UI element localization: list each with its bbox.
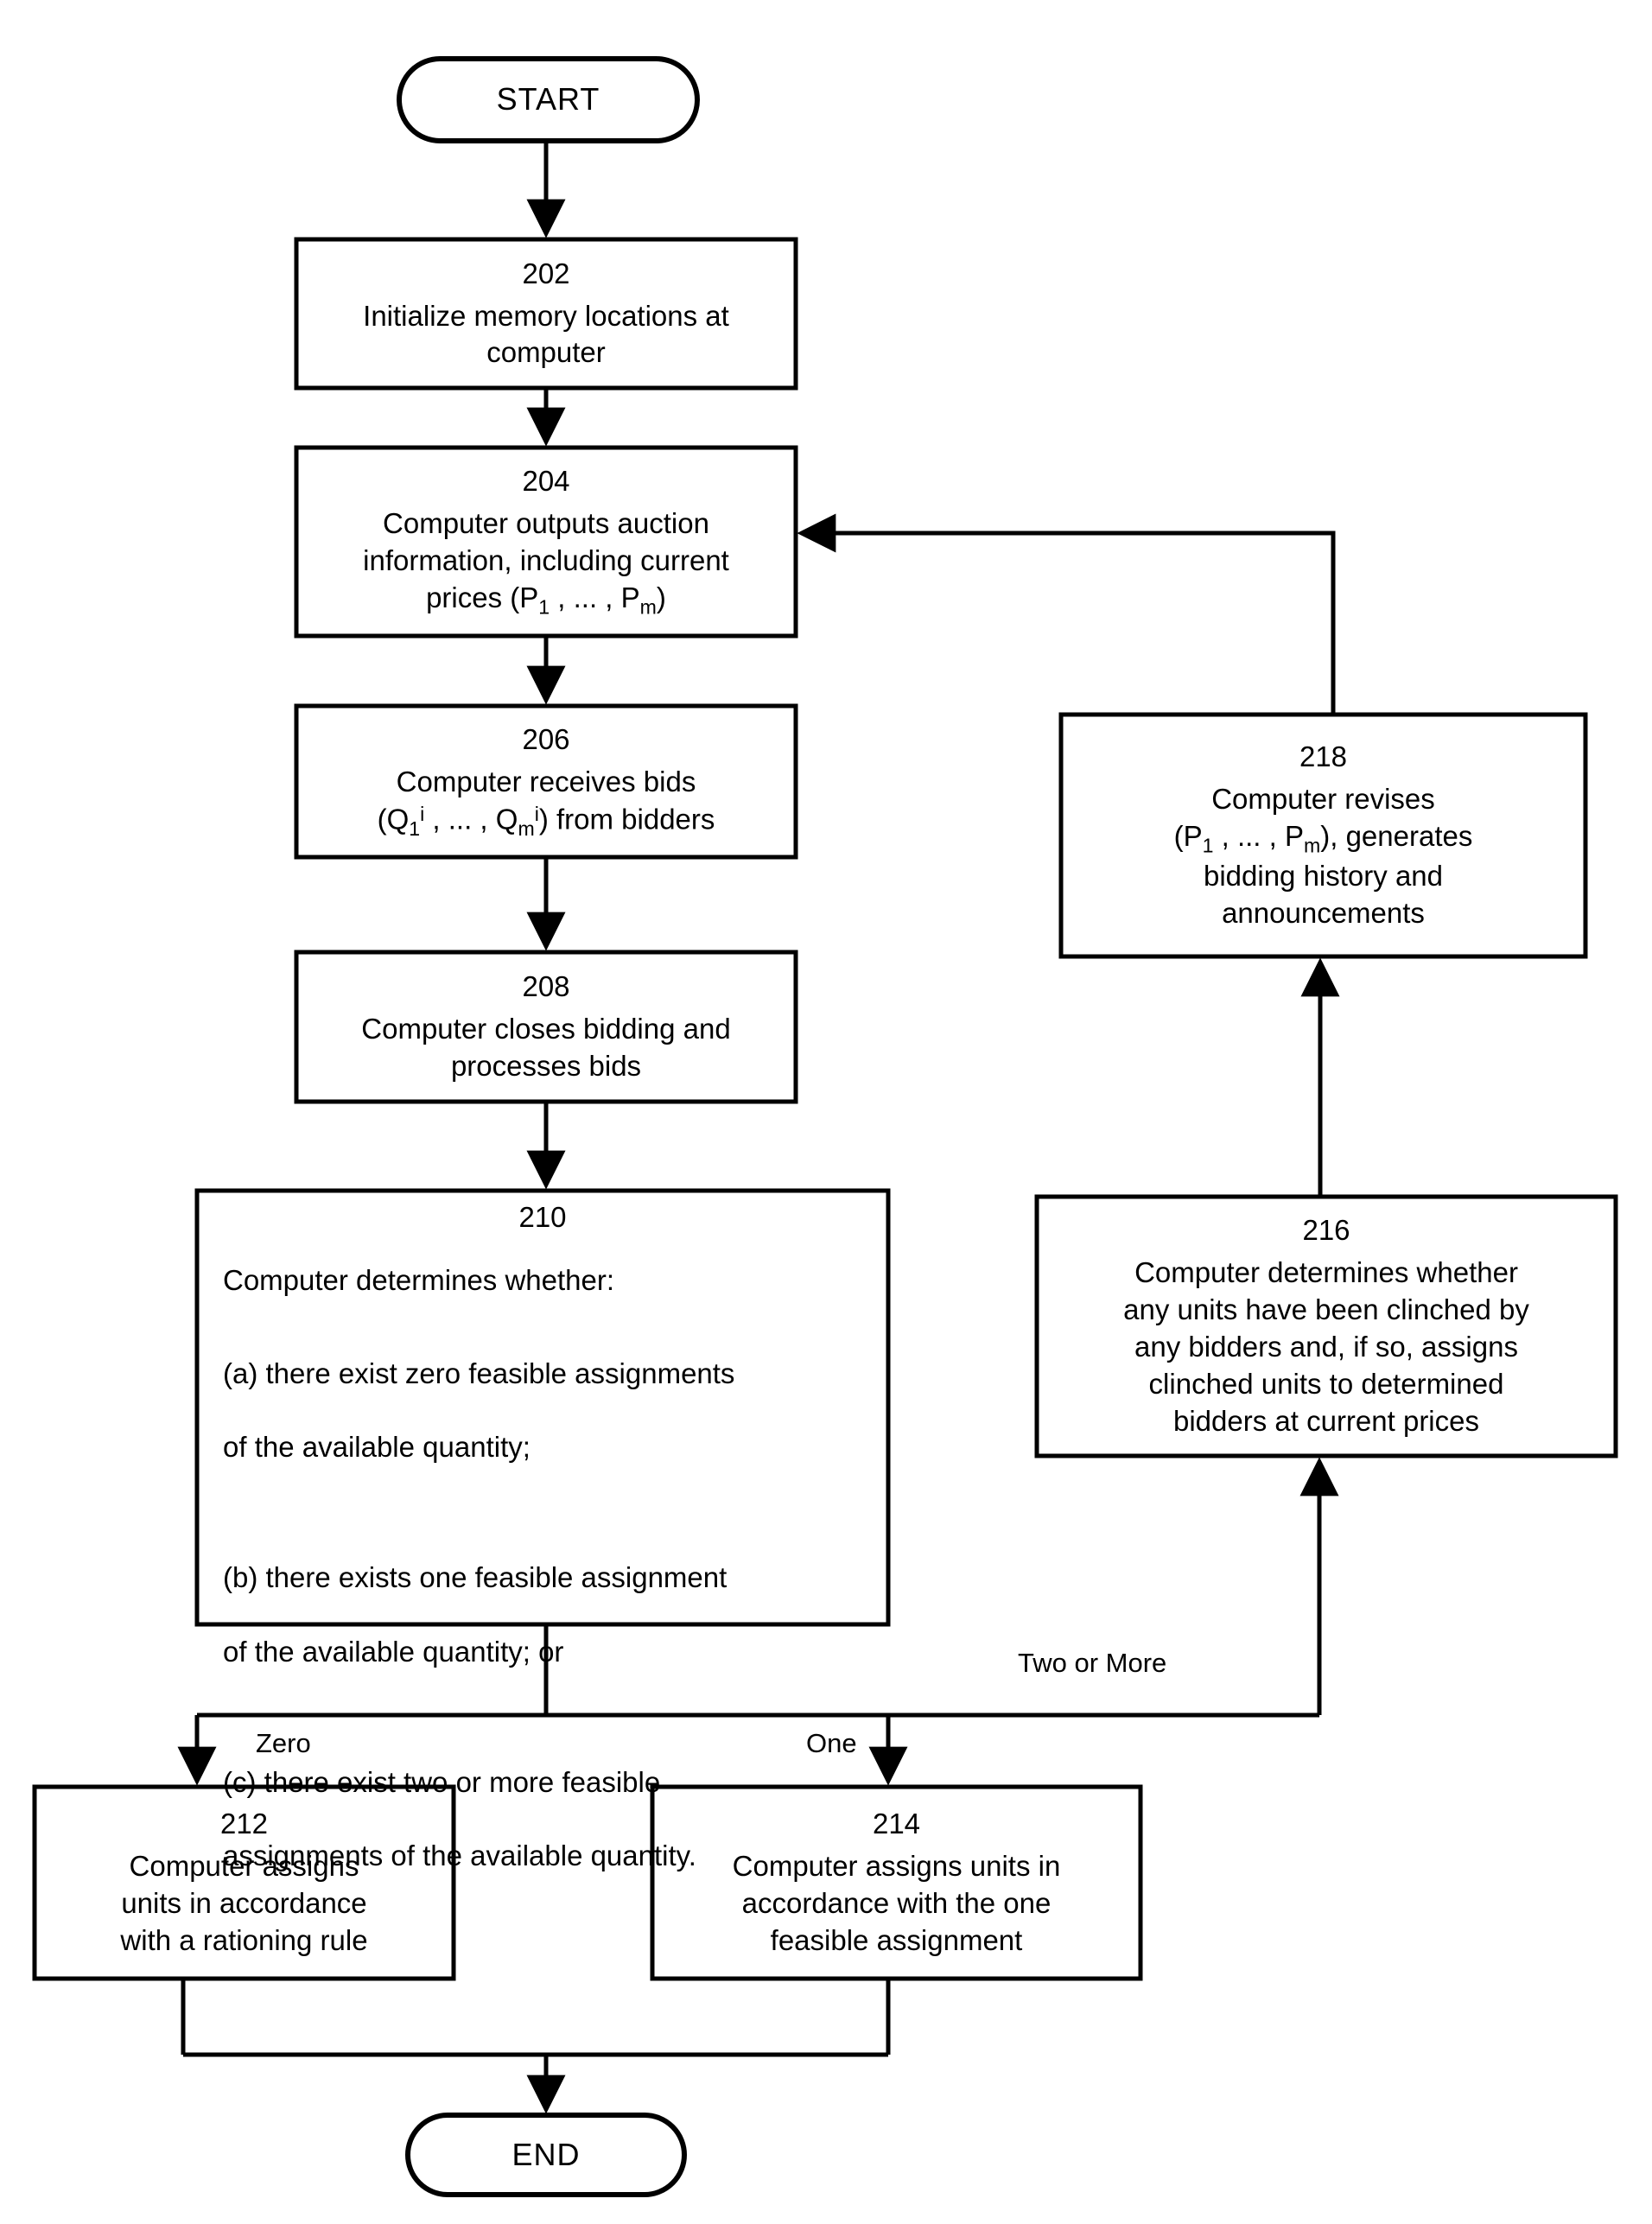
node-218-shape bbox=[1058, 712, 1588, 959]
node-214-shape bbox=[650, 1784, 1143, 1981]
start-terminal-shape bbox=[397, 56, 700, 143]
edge-label-two-or-more: Two or More bbox=[1018, 1648, 1166, 1679]
flowchart-canvas: START 202 Initialize memory locations at… bbox=[0, 0, 1652, 2224]
edge-label-two-or-more-text: Two or More bbox=[1018, 1648, 1167, 1678]
node-206-shape bbox=[294, 703, 798, 860]
node-210-shape bbox=[194, 1188, 891, 1627]
edge-label-one: One bbox=[806, 1728, 857, 1759]
edge-label-zero: Zero bbox=[256, 1728, 311, 1759]
edge-label-one-text: One bbox=[806, 1728, 857, 1758]
node-208-shape bbox=[294, 950, 798, 1104]
node-202-shape bbox=[294, 237, 798, 391]
node-216-shape bbox=[1034, 1194, 1618, 1458]
node-212-shape bbox=[32, 1784, 456, 1981]
edge-label-zero-text: Zero bbox=[256, 1728, 311, 1758]
edge-218-feedback-to-204 bbox=[797, 513, 1336, 715]
node-204-shape bbox=[294, 445, 798, 639]
flowchart-graphics bbox=[32, 56, 1618, 2197]
end-terminal-shape bbox=[405, 2113, 687, 2197]
